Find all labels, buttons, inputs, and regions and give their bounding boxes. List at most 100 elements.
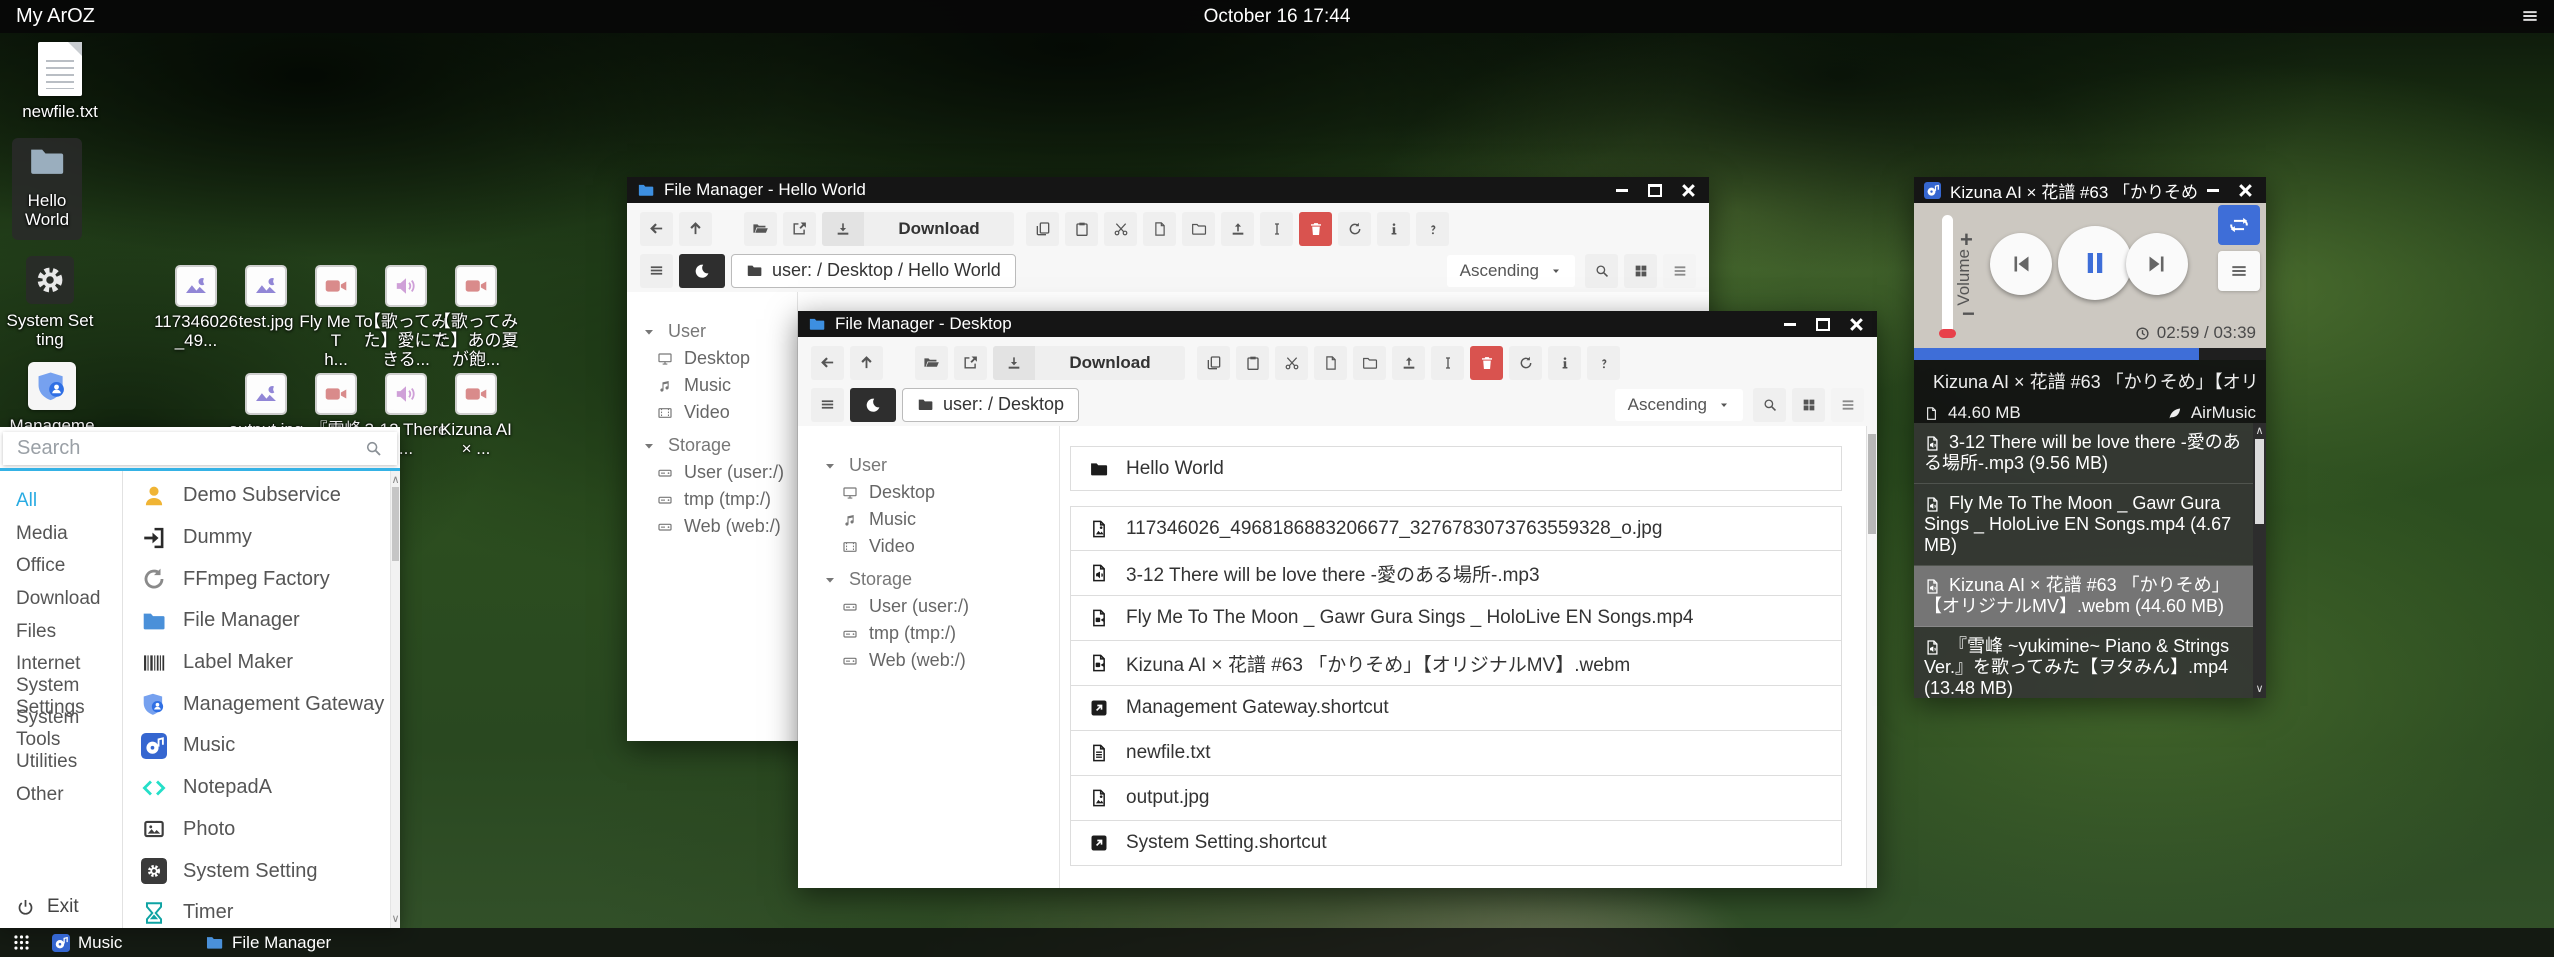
exit-button[interactable]: Exit [16, 896, 79, 918]
sidebar-item[interactable]: User (user:/) [798, 593, 1059, 620]
scroll-up-arrow[interactable]: ∧ [2253, 425, 2266, 438]
sidebar-item[interactable]: Music [798, 506, 1059, 533]
category-item[interactable]: System Tools [0, 713, 122, 746]
desktop-icon[interactable]: Fly Me To T h... [301, 265, 371, 369]
volume-down-button[interactable]: − [1962, 301, 1975, 327]
close-button[interactable] [1850, 318, 1863, 331]
back-button[interactable] [640, 212, 673, 246]
cut-button[interactable] [1104, 212, 1137, 246]
category-item[interactable]: Files [0, 615, 122, 648]
next-track-button[interactable] [2126, 233, 2188, 295]
sidebar-item[interactable]: tmp (tmp:/) [798, 620, 1059, 647]
titlebar[interactable]: File Manager - Hello World [627, 177, 1709, 203]
maximize-button[interactable] [1648, 184, 1662, 197]
open-button[interactable] [915, 346, 948, 380]
grid-view-button[interactable] [1792, 388, 1825, 422]
back-button[interactable] [811, 346, 844, 380]
app-item[interactable]: Music [123, 725, 386, 767]
category-item[interactable]: Download [0, 583, 122, 616]
app-item[interactable]: Timer [123, 892, 386, 928]
menu-button[interactable] [811, 388, 844, 422]
category-item[interactable]: Office [0, 550, 122, 583]
new-file-button[interactable] [1314, 346, 1347, 380]
file-row[interactable]: newfile.txt [1070, 731, 1842, 776]
rename-button[interactable] [1260, 212, 1293, 246]
desktop-icon[interactable]: test.jpg [231, 265, 301, 369]
category-item[interactable]: Media [0, 518, 122, 551]
close-button[interactable] [2239, 184, 2252, 197]
app-item[interactable]: Label Maker [123, 642, 386, 684]
desktop-icon[interactable]: 【歌ってみ た】愛にで きる... [371, 265, 441, 369]
maximize-button[interactable] [1816, 318, 1830, 331]
file-row[interactable]: 3-12 There will be love there -愛のある場所-.m… [1070, 551, 1842, 596]
breadcrumb[interactable]: user: / Desktop [902, 388, 1079, 422]
desktop-icon[interactable]: 【歌ってみ た】あの夏 が飽... [441, 265, 511, 369]
rename-button[interactable] [1431, 346, 1464, 380]
playlist-scrollbar[interactable]: ∧ ∨ [2253, 423, 2266, 698]
scrollbar-thumb[interactable] [2255, 439, 2264, 524]
app-item[interactable]: File Manager [123, 600, 386, 642]
app-item[interactable]: Photo [123, 809, 386, 851]
file-row[interactable]: System Setting.shortcut [1070, 821, 1842, 866]
playlist-menu-button[interactable] [2218, 251, 2260, 291]
desktop-icon-management-gateway[interactable]: Manageme [0, 362, 104, 435]
refresh-button[interactable] [1338, 212, 1371, 246]
category-item[interactable]: All [0, 485, 122, 518]
system-brand[interactable]: My ArOZ [16, 5, 95, 28]
sidebar-item[interactable]: Video [627, 399, 797, 426]
scroll-down-arrow[interactable]: ∨ [2253, 683, 2266, 696]
help-button[interactable] [1587, 346, 1620, 380]
scrollbar-thumb[interactable] [1868, 434, 1876, 534]
playlist-item[interactable]: Fly Me To The Moon _ Gawr Gura Sings _ H… [1914, 484, 2253, 566]
upload-button[interactable] [1221, 212, 1254, 246]
seek-bar[interactable] [1914, 348, 2266, 360]
titlebar[interactable]: File Manager - Desktop [798, 311, 1877, 337]
search-button[interactable] [1753, 388, 1786, 422]
desktop-icon[interactable]: 117346026 _49... [161, 265, 231, 369]
new-folder-button[interactable] [1353, 346, 1386, 380]
minimize-button[interactable] [1616, 189, 1628, 192]
minimize-button[interactable] [1784, 323, 1796, 326]
info-button[interactable] [1377, 212, 1410, 246]
taskbar-item-file-manager[interactable]: File Manager [205, 928, 331, 957]
app-launcher-button[interactable] [12, 928, 31, 957]
app-item[interactable]: Dummy [123, 517, 386, 559]
new-folder-button[interactable] [1182, 212, 1215, 246]
minimize-button[interactable] [2207, 189, 2219, 192]
help-button[interactable] [1416, 212, 1449, 246]
titlebar[interactable]: Kizuna AI × 花譜 #63 「かりそめ」【... [1914, 177, 2266, 203]
list-view-button[interactable] [1663, 254, 1696, 288]
search-input[interactable]: Search [3, 432, 397, 465]
sidebar-item[interactable]: Music [627, 372, 797, 399]
cut-button[interactable] [1275, 346, 1308, 380]
file-row[interactable]: Management Gateway.shortcut [1070, 686, 1842, 731]
sort-order-select[interactable]: Ascending [1447, 255, 1575, 287]
sidebar-item[interactable]: Desktop [798, 479, 1059, 506]
scroll-up-arrow[interactable]: ∧ [391, 474, 400, 486]
playlist-item[interactable]: 3-12 There will be love there -愛のある場所-.m… [1914, 423, 2253, 484]
sidebar-item[interactable]: User [627, 318, 797, 345]
sidebar-item[interactable]: Storage [798, 566, 1059, 593]
up-button[interactable] [679, 212, 712, 246]
dark-mode-button[interactable] [679, 254, 725, 288]
file-row[interactable]: 117346026_4968186883206677_3276783073763… [1070, 506, 1842, 551]
app-item[interactable]: NotepadA [123, 767, 386, 809]
sidebar-item[interactable]: tmp (tmp:/) [627, 486, 797, 513]
scrollbar-thumb[interactable] [392, 487, 399, 561]
file-row[interactable]: Hello World [1070, 446, 1842, 491]
menu-button[interactable] [640, 254, 673, 288]
sidebar-item[interactable]: Web (web:/) [627, 513, 797, 540]
open-in-new-button[interactable] [783, 212, 816, 246]
upload-button[interactable] [1392, 346, 1425, 380]
download-button[interactable]: Download [822, 212, 1014, 246]
sidebar-item[interactable]: Web (web:/) [798, 647, 1059, 674]
breadcrumb[interactable]: user: / Desktop / Hello World [731, 254, 1016, 288]
file-list-scrollbar[interactable] [1866, 426, 1877, 888]
file-row[interactable]: Fly Me To The Moon _ Gawr Gura Sings _ H… [1070, 596, 1842, 641]
desktop-icon-system-setting[interactable]: System Set ting [0, 256, 100, 349]
paste-button[interactable] [1236, 346, 1269, 380]
previous-track-button[interactable] [1990, 233, 2052, 295]
copy-button[interactable] [1026, 212, 1059, 246]
up-button[interactable] [850, 346, 883, 380]
info-button[interactable] [1548, 346, 1581, 380]
